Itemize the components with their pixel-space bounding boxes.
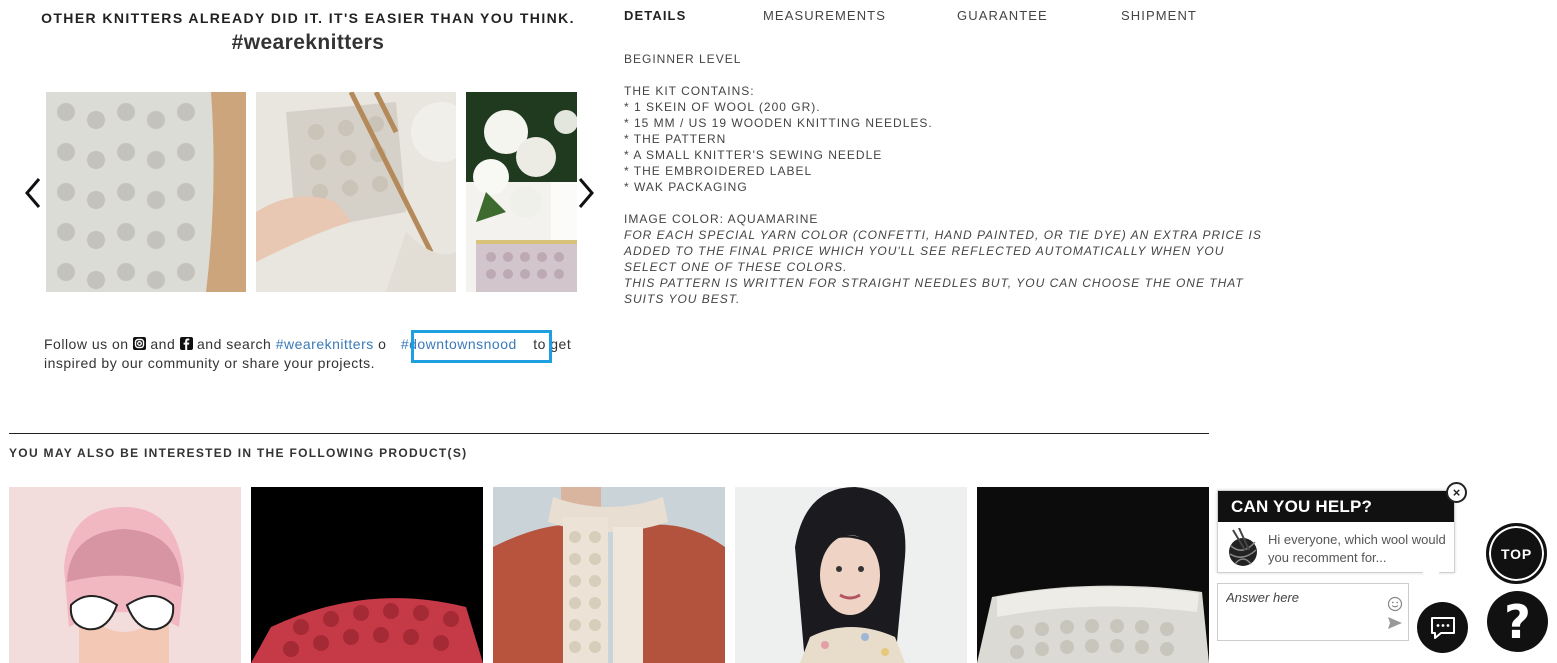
note-line: ADDED TO THE FINAL PRICE WHICH YOU'LL SE…	[624, 244, 1225, 258]
community-photo[interactable]	[466, 92, 577, 292]
related-products-title: YOU MAY ALSO BE INTERESTED IN THE FOLLOW…	[9, 446, 468, 460]
chat-bubble-icon	[1430, 616, 1455, 639]
highlight-box	[411, 330, 552, 363]
instagram-icon[interactable]	[132, 337, 146, 350]
hashtag-link-weareknitters[interactable]: #weareknitters	[276, 336, 374, 352]
follow-line2: inspired by our community or share your …	[44, 355, 376, 371]
chat-toggle-button[interactable]	[1417, 602, 1468, 653]
kit-item: * THE EMBROIDERED LABEL	[624, 164, 813, 178]
kit-item: * WAK PACKAGING	[624, 180, 748, 194]
related-product-card[interactable]	[9, 487, 241, 663]
close-icon[interactable]: ×	[1446, 482, 1467, 503]
chat-popup[interactable]: CAN YOU HELP? Hi everyone, which wool wo…	[1217, 490, 1455, 573]
product-info-tabs: DETAILS MEASUREMENTS GUARANTEE SHIPMENT	[624, 8, 1204, 28]
details-panel: BEGINNER LEVEL THE KIT CONTAINS: * 1 SKE…	[624, 51, 1262, 307]
community-photo[interactable]	[256, 92, 456, 292]
send-icon[interactable]	[1387, 616, 1403, 630]
kit-item: * THE PATTERN	[624, 132, 727, 146]
community-photo-carousel	[46, 92, 577, 292]
related-product-card[interactable]	[735, 487, 967, 663]
kit-item: * 15 MM / US 19 WOODEN KNITTING NEEDLES.	[624, 116, 933, 130]
chat-popup-title: CAN YOU HELP?	[1218, 491, 1454, 522]
community-photo[interactable]	[46, 92, 246, 292]
related-product-card[interactable]	[977, 487, 1209, 663]
related-product-card[interactable]	[251, 487, 483, 663]
follow-and: and	[150, 336, 176, 352]
follow-or: o	[378, 336, 387, 352]
kit-item: * 1 SKEIN OF WOOL (200 GR).	[624, 100, 821, 114]
community-hashtag-title: #weareknitters	[231, 31, 385, 54]
difficulty-level: BEGINNER LEVEL	[624, 52, 742, 66]
note-line: FOR EACH SPECIAL YARN COLOR (CONFETTI, H…	[624, 228, 1262, 242]
facebook-icon[interactable]	[179, 337, 193, 350]
tab-measurements[interactable]: MEASUREMENTS	[763, 8, 886, 23]
kit-item: * A SMALL KNITTER'S SEWING NEEDLE	[624, 148, 883, 162]
image-color: IMAGE COLOR: AQUAMARINE	[624, 212, 819, 226]
chat-answer-input[interactable]	[1226, 590, 1376, 605]
note-line: SELECT ONE OF THESE COLORS.	[624, 260, 848, 274]
tab-shipment[interactable]: SHIPMENT	[1121, 8, 1197, 23]
chat-answer-box	[1217, 583, 1409, 641]
kit-title: THE KIT CONTAINS:	[624, 84, 755, 98]
note-line: SUITS YOU BEST.	[624, 292, 741, 306]
follow-search: and search	[197, 336, 272, 352]
emoji-icon[interactable]	[1387, 596, 1403, 612]
chat-popup-tail	[1422, 571, 1440, 589]
carousel-prev-arrow-icon[interactable]	[19, 173, 47, 213]
related-product-card[interactable]	[493, 487, 725, 663]
help-button[interactable]: ?	[1487, 591, 1548, 652]
note-line: THIS PATTERN IS WRITTEN FOR STRAIGHT NEE…	[624, 276, 1244, 290]
tab-details[interactable]: DETAILS	[624, 8, 686, 23]
chat-message: Hi everyone, which wool would you recomm…	[1268, 532, 1446, 565]
community-tagline: OTHER KNITTERS ALREADY DID IT. IT'S EASI…	[41, 10, 575, 26]
follow-prefix: Follow us on	[44, 336, 129, 352]
yarn-ball-icon	[1225, 527, 1261, 568]
section-divider	[9, 433, 1209, 434]
tab-guarantee[interactable]: GUARANTEE	[957, 8, 1048, 23]
back-to-top-button[interactable]: TOP	[1486, 523, 1547, 584]
